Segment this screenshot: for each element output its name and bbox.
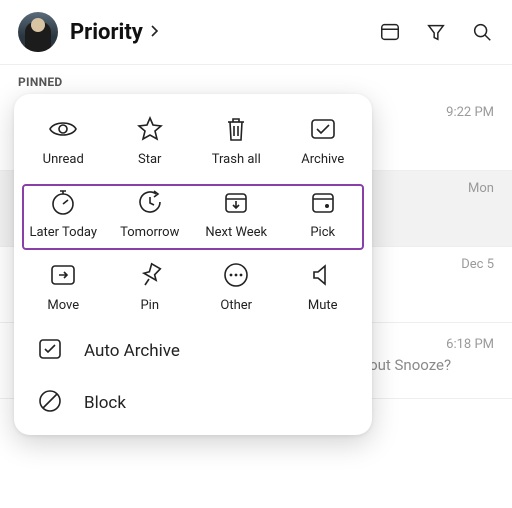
pin-icon bbox=[138, 262, 162, 292]
archive-icon bbox=[309, 117, 337, 145]
action-label: Other bbox=[220, 298, 252, 313]
action-label: Mute bbox=[308, 298, 338, 313]
trash-icon bbox=[224, 115, 248, 147]
later-today-button[interactable]: Later Today bbox=[20, 185, 107, 244]
action-label: Move bbox=[47, 298, 79, 313]
speaker-icon bbox=[310, 262, 336, 292]
action-label: Star bbox=[138, 152, 161, 167]
email-time: Mon bbox=[468, 181, 494, 196]
action-label: Archive bbox=[301, 152, 344, 167]
pinned-section-label: PINNED bbox=[0, 64, 512, 95]
action-label: Pin bbox=[140, 298, 159, 313]
auto-archive-button[interactable]: Auto Archive bbox=[14, 325, 372, 377]
filter-icon[interactable] bbox=[424, 20, 448, 44]
calendar-dot-icon bbox=[310, 189, 336, 219]
more-icon bbox=[223, 262, 249, 292]
action-label: Later Today bbox=[29, 225, 97, 240]
action-grid: Unread Star Trash all Archive Later Toda bbox=[14, 108, 372, 325]
list-item-label: Block bbox=[84, 393, 126, 413]
move-icon bbox=[49, 263, 77, 291]
action-label: Tomorrow bbox=[120, 225, 179, 240]
email-time: Dec 5 bbox=[461, 257, 494, 272]
stopwatch-icon bbox=[50, 188, 76, 220]
pin-button[interactable]: Pin bbox=[107, 258, 194, 317]
eye-icon bbox=[48, 118, 78, 144]
profile-avatar[interactable] bbox=[18, 12, 58, 52]
auto-archive-icon bbox=[38, 338, 62, 365]
header: Priority bbox=[0, 0, 512, 64]
clock-forward-icon bbox=[136, 188, 164, 220]
action-label: Trash all bbox=[212, 152, 261, 167]
mute-button[interactable]: Mute bbox=[280, 258, 367, 317]
action-label: Unread bbox=[43, 152, 84, 167]
email-time: 6:18 PM bbox=[446, 337, 494, 352]
action-label: Next Week bbox=[205, 225, 267, 240]
folder-title-text: Priority bbox=[70, 20, 143, 45]
archive-header-icon[interactable] bbox=[378, 20, 402, 44]
move-button[interactable]: Move bbox=[20, 258, 107, 317]
calendar-down-icon bbox=[223, 189, 249, 219]
search-icon[interactable] bbox=[470, 20, 494, 44]
pick-button[interactable]: Pick bbox=[280, 185, 367, 244]
block-icon bbox=[38, 389, 62, 418]
folder-title[interactable]: Priority bbox=[70, 20, 161, 45]
chevron-right-icon bbox=[149, 20, 161, 45]
tomorrow-button[interactable]: Tomorrow bbox=[107, 185, 194, 244]
star-icon bbox=[137, 116, 163, 146]
unread-button[interactable]: Unread bbox=[20, 112, 107, 171]
header-actions bbox=[378, 20, 494, 44]
trash-button[interactable]: Trash all bbox=[193, 112, 280, 171]
email-time: 9:22 PM bbox=[446, 105, 494, 120]
list-item-label: Auto Archive bbox=[84, 341, 180, 361]
star-button[interactable]: Star bbox=[107, 112, 194, 171]
archive-button[interactable]: Archive bbox=[280, 112, 367, 171]
block-button[interactable]: Block bbox=[14, 377, 372, 429]
other-button[interactable]: Other bbox=[193, 258, 280, 317]
action-label: Pick bbox=[310, 225, 335, 240]
action-popup: Unread Star Trash all Archive Later Toda bbox=[14, 94, 372, 435]
next-week-button[interactable]: Next Week bbox=[193, 185, 280, 244]
